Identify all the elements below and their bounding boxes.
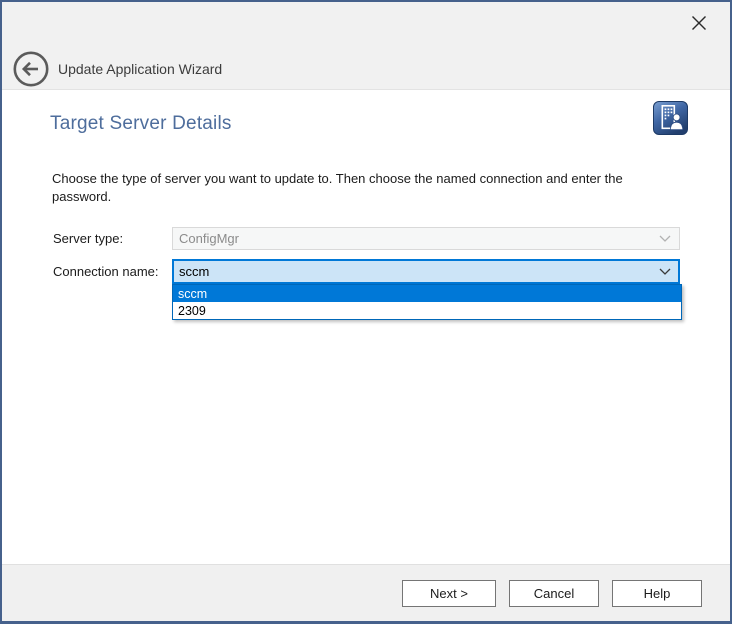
- close-button[interactable]: [686, 10, 712, 36]
- server-type-label: Server type:: [53, 231, 123, 246]
- dropdown-option-2309[interactable]: 2309: [173, 302, 681, 319]
- server-building-user-icon: [653, 101, 688, 135]
- close-icon: [691, 15, 707, 31]
- connection-name-value: sccm: [179, 264, 659, 279]
- server-type-combobox[interactable]: ConfigMgr: [172, 227, 680, 250]
- dropdown-option-sccm[interactable]: sccm: [173, 285, 681, 302]
- wizard-header: Update Application Wizard: [2, 2, 730, 90]
- wizard-title: Update Application Wizard: [58, 61, 222, 77]
- server-type-value: ConfigMgr: [179, 231, 659, 246]
- back-button[interactable]: [12, 50, 50, 88]
- page-title: Target Server Details: [50, 113, 232, 135]
- chevron-down-icon: [659, 235, 671, 242]
- help-button[interactable]: Help: [612, 580, 702, 607]
- wizard-footer: Next > Cancel Help: [2, 564, 730, 621]
- back-arrow-icon: [12, 50, 50, 88]
- cancel-button[interactable]: Cancel: [509, 580, 599, 607]
- next-button[interactable]: Next >: [402, 580, 496, 607]
- page-description: Choose the type of server you want to up…: [52, 170, 664, 207]
- chevron-down-icon: [659, 268, 671, 275]
- connection-name-combobox[interactable]: sccm: [172, 259, 680, 284]
- connection-name-dropdown-list: sccm 2309: [172, 284, 682, 320]
- wizard-window: Update Application Wizard Target Server …: [0, 0, 732, 624]
- connection-name-label: Connection name:: [53, 264, 159, 279]
- wizard-content: Target Server Details: [2, 91, 730, 564]
